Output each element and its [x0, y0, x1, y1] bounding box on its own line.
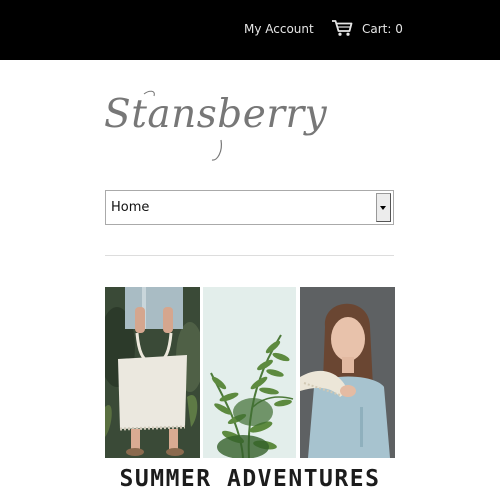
navigation-select-value: Home [111, 200, 150, 215]
cart-count-label: Cart: 0 [362, 22, 403, 36]
summer-banner[interactable]: SUMMER ADVENTURES [105, 287, 395, 500]
banner-photo-plant [203, 287, 296, 458]
my-account-link[interactable]: My Account [244, 21, 314, 37]
top-bar: My Account Cart: 0 [0, 0, 500, 60]
cart-link[interactable]: Cart: 0 [331, 19, 403, 37]
banner-caption: SUMMER ADVENTURES [119, 466, 381, 492]
navigation-select[interactable]: Home [105, 190, 394, 225]
logo-flourish [143, 90, 222, 161]
banner-photo-tote-bag [105, 287, 200, 458]
brand-logo[interactable]: Stansberry [104, 90, 327, 165]
banner-photo-woman [300, 287, 395, 458]
header-divider [105, 255, 394, 256]
dropdown-arrow-icon[interactable] [376, 193, 391, 222]
shopping-cart-icon [331, 19, 353, 37]
